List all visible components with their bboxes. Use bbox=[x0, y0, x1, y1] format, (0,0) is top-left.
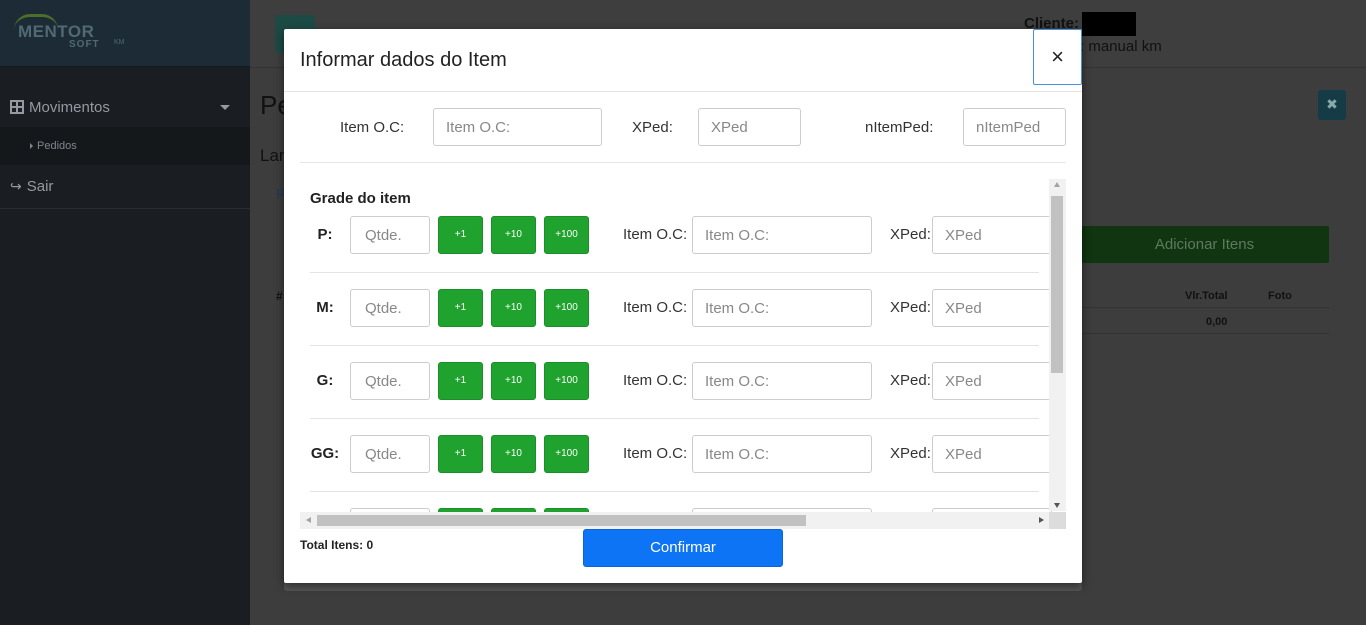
modal-title: Informar dados do Item bbox=[300, 49, 507, 71]
table-header-foto: Foto bbox=[1268, 290, 1292, 302]
caret-right-icon bbox=[30, 143, 33, 149]
row-xped-label: XPed: bbox=[890, 299, 931, 316]
increment-10-button[interactable]: +10 bbox=[491, 362, 536, 400]
table-header-total: Vlr.Total bbox=[1185, 290, 1228, 302]
sidebar-item-movimentos[interactable]: Movimentos bbox=[0, 87, 250, 127]
vertical-scroll-thumb[interactable] bbox=[1051, 196, 1063, 373]
row-item-oc-label: Item O.C: bbox=[623, 226, 688, 243]
row-xped-label: XPed: bbox=[890, 226, 931, 243]
row-item-oc-input[interactable] bbox=[692, 362, 872, 400]
row-item-oc-label: Item O.C: bbox=[623, 372, 688, 389]
row-item-oc-input[interactable] bbox=[692, 289, 872, 327]
horizontal-scroll-thumb[interactable] bbox=[317, 515, 806, 526]
row-item-oc-label: Item O.C: bbox=[623, 299, 688, 316]
item-oc-label: Item O.C: bbox=[340, 119, 405, 136]
sidebar-item-label: Movimentos bbox=[29, 98, 110, 116]
grade-scroll-area[interactable]: Grade do item P: +1 +10 +100 Item O.C: X… bbox=[300, 179, 1066, 529]
scroll-left-icon[interactable] bbox=[306, 517, 311, 523]
cliente-sub: : manual km bbox=[1080, 38, 1162, 55]
quantity-input[interactable] bbox=[350, 216, 430, 254]
sidebar-item-label: Pedidos bbox=[37, 140, 77, 152]
row-xped-input[interactable] bbox=[932, 435, 1052, 473]
scroll-up-icon[interactable] bbox=[1054, 182, 1060, 187]
increment-1-button[interactable]: +1 bbox=[438, 289, 483, 327]
xped-label: XPed: bbox=[632, 119, 673, 136]
sidebar-item-label: Sair bbox=[26, 178, 54, 195]
increment-100-button[interactable]: +100 bbox=[544, 216, 589, 254]
size-label: M: bbox=[316, 299, 334, 316]
size-label: GG: bbox=[310, 445, 340, 462]
size-label: P: bbox=[317, 226, 333, 243]
close-button[interactable]: × bbox=[1033, 29, 1082, 85]
xped-input[interactable] bbox=[698, 108, 801, 146]
size-label: G: bbox=[316, 372, 334, 389]
quantity-input[interactable] bbox=[350, 289, 430, 327]
page-close-button[interactable]: ✖ bbox=[1318, 90, 1346, 120]
increment-100-button[interactable]: +100 bbox=[544, 289, 589, 327]
sidebar-item-pedidos[interactable]: Pedidos bbox=[0, 127, 250, 165]
modal-header: Informar dados do Item × bbox=[284, 29, 1082, 92]
increment-100-button[interactable]: +100 bbox=[544, 362, 589, 400]
sidebar-item-sair[interactable]: ↪ Sair bbox=[0, 165, 250, 209]
grade-row-g: G: +1 +10 +100 Item O.C: XPed: bbox=[310, 346, 1052, 419]
scroll-right-icon[interactable] bbox=[1039, 517, 1044, 523]
items-table: Vlr.Total Foto 0,00 bbox=[1080, 283, 1329, 335]
table-divider bbox=[1080, 307, 1329, 308]
increment-1-button[interactable]: +1 bbox=[438, 435, 483, 473]
increment-100-button[interactable]: +100 bbox=[544, 435, 589, 473]
sidebar-nav: Movimentos Pedidos ↪ Sair bbox=[0, 87, 250, 209]
table-icon bbox=[10, 100, 24, 114]
table-hash-header: # bbox=[276, 289, 283, 303]
row-xped-input[interactable] bbox=[932, 216, 1052, 254]
logo-bar: MENTOR SOFT KM bbox=[0, 0, 250, 67]
table-divider bbox=[1080, 333, 1329, 334]
row-xped-input[interactable] bbox=[932, 289, 1052, 327]
table-total-value: 0,00 bbox=[1206, 316, 1228, 328]
sidebar: MENTOR SOFT KM Movimentos Pedidos ↪ Sair bbox=[0, 0, 250, 625]
row-item-oc-input[interactable] bbox=[692, 216, 872, 254]
confirm-button[interactable]: Confirmar bbox=[583, 529, 783, 567]
caret-down-icon bbox=[220, 105, 230, 110]
row-xped-input[interactable] bbox=[932, 362, 1052, 400]
logo-sub-text: SOFT bbox=[69, 39, 100, 50]
scrollbar-corner bbox=[1049, 512, 1066, 529]
increment-10-button[interactable]: +10 bbox=[491, 435, 536, 473]
grade-row-gg: GG: +1 +10 +100 Item O.C: XPed: bbox=[310, 419, 1052, 492]
row-xped-label: XPed: bbox=[890, 372, 931, 389]
increment-1-button[interactable]: +1 bbox=[438, 216, 483, 254]
item-data-modal: Informar dados do Item × Item O.C: XPed:… bbox=[284, 29, 1082, 583]
horizontal-scrollbar[interactable] bbox=[300, 512, 1066, 529]
total-items-label: Total Itens: 0 bbox=[300, 538, 374, 552]
add-items-button[interactable]: Adicionar Itens bbox=[1080, 226, 1329, 263]
item-oc-input[interactable] bbox=[433, 108, 602, 146]
vertical-scrollbar[interactable] bbox=[1049, 179, 1066, 511]
mentor-soft-logo: MENTOR SOFT KM bbox=[14, 14, 134, 54]
increment-1-button[interactable]: +1 bbox=[438, 362, 483, 400]
row-item-oc-input[interactable] bbox=[692, 435, 872, 473]
row-item-oc-label: Item O.C: bbox=[623, 445, 688, 462]
increment-10-button[interactable]: +10 bbox=[491, 289, 536, 327]
top-fields: Item O.C: XPed: nItemPed: bbox=[300, 108, 1066, 163]
logo-tag-text: KM bbox=[114, 39, 125, 46]
sign-out-icon: ↪ bbox=[10, 178, 22, 194]
increment-10-button[interactable]: +10 bbox=[491, 216, 536, 254]
cliente-redacted bbox=[1082, 12, 1137, 36]
row-xped-label: XPed: bbox=[890, 445, 931, 462]
grade-row-p: P: +1 +10 +100 Item O.C: XPed: bbox=[310, 200, 1052, 273]
quantity-input[interactable] bbox=[350, 435, 430, 473]
scroll-down-icon[interactable] bbox=[1054, 503, 1060, 508]
quantity-input[interactable] bbox=[350, 362, 430, 400]
grade-row-m: M: +1 +10 +100 Item O.C: XPed: bbox=[310, 273, 1052, 346]
nitemped-input[interactable] bbox=[963, 108, 1066, 146]
nitemped-label: nItemPed: bbox=[865, 119, 934, 136]
